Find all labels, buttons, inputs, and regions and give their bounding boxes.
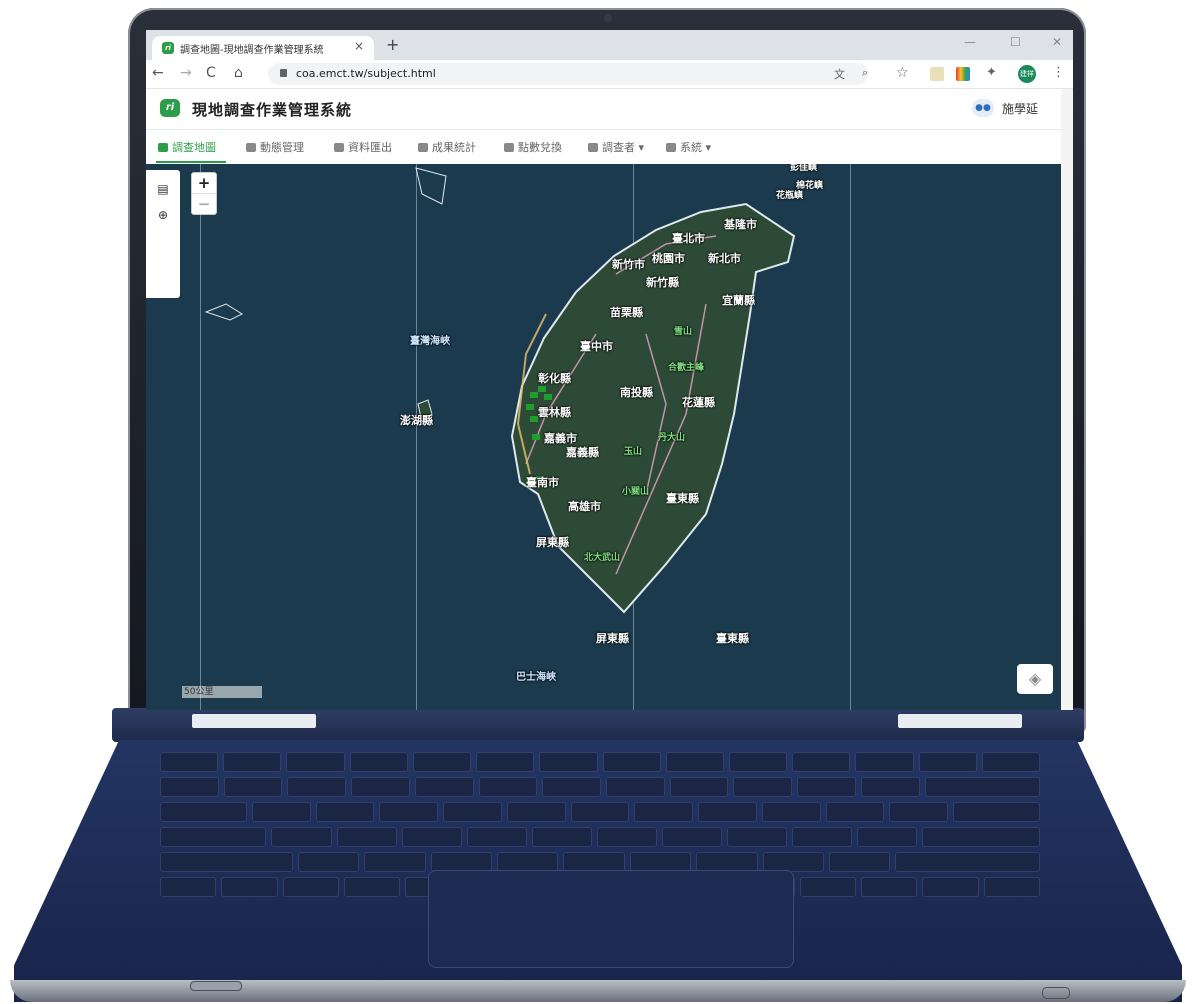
laptop-screen: ri 調查地圖-現地調查作業管理系統 × + — ☐ ✕ ← → C ⌂ coa… [146, 30, 1073, 710]
trackpad [428, 870, 794, 968]
exchange-icon [504, 143, 514, 152]
county-label: 南投縣 [620, 386, 653, 399]
play-icon [246, 143, 256, 152]
map-tool-panel: ▤ ⊕ [146, 170, 180, 298]
kinmen-island-shape [204, 303, 244, 321]
gear-icon [666, 143, 676, 152]
url-text: coa.emct.tw/subject.html [296, 67, 436, 80]
zoom-out-button[interactable]: − [192, 193, 216, 214]
menu-system[interactable]: 系統 ▾ [666, 139, 711, 155]
maximize-button[interactable]: ☐ [1010, 35, 1021, 49]
map-users-icon [158, 143, 168, 152]
usb-port [190, 981, 242, 991]
extensions-puzzle-icon[interactable]: ✦ [986, 65, 997, 80]
zoom-in-button[interactable]: + [192, 173, 216, 193]
download-icon [334, 143, 344, 152]
clipboard-icon[interactable]: ▤ [156, 182, 170, 196]
county-label: 桃園市 [652, 252, 685, 265]
county-label: 嘉義縣 [566, 446, 599, 459]
chart-icon [418, 143, 428, 152]
county-label: 苗栗縣 [610, 306, 643, 319]
county-label: 臺南市 [526, 476, 559, 489]
county-label: 新竹縣 [646, 276, 679, 289]
browser-menu-icon[interactable]: ⋮ [1052, 65, 1065, 80]
page-scrollbar[interactable] [1061, 89, 1073, 710]
site-favicon-icon: ri [162, 42, 174, 54]
menu-result-statistics[interactable]: 成果統計 [418, 139, 476, 155]
county-label: 臺北市 [672, 232, 705, 245]
back-icon[interactable]: ← [152, 65, 164, 81]
layers-icon[interactable]: ◈ [1017, 664, 1053, 694]
county-label: 新竹市 [612, 258, 645, 271]
browser-tab-strip: ri 調查地圖-現地調查作業管理系統 × + — ☐ ✕ [146, 30, 1073, 60]
county-label: 澎湖縣 [400, 414, 433, 427]
county-label: 彰化縣 [538, 372, 571, 385]
profile-avatar[interactable]: 建祥 [1018, 65, 1036, 83]
menu-activity-management[interactable]: 動態管理 [246, 139, 304, 155]
browser-tab[interactable]: ri 調查地圖-現地調查作業管理系統 × [152, 36, 374, 60]
extension-color-icon[interactable] [956, 67, 970, 81]
county-label: 高雄市 [568, 500, 601, 513]
mountain-label: 丹大山 [658, 433, 686, 443]
app-logo: ri [160, 99, 180, 117]
lock-icon [280, 69, 287, 77]
tab-title: 調查地圖-現地調查作業管理系統 [180, 45, 324, 56]
coastline-shape [415, 167, 447, 205]
reload-icon[interactable]: C [206, 65, 216, 81]
map-scale-bar: 50公里 [182, 686, 262, 698]
main-menu: 調查地圖 動態管理 資料匯出 成果統計 點數兌換 調查者 ▾ 系統 ▾ [146, 130, 1073, 164]
user-name[interactable]: 施學延 [1002, 100, 1038, 117]
county-label: 基隆市 [724, 218, 757, 231]
menu-points-exchange[interactable]: 點數兌換 [504, 139, 562, 155]
hinge-right [898, 714, 1022, 728]
new-tab-button[interactable]: + [386, 35, 399, 54]
menu-data-export[interactable]: 資料匯出 [334, 139, 392, 155]
sea-label: 臺灣海峽 [410, 336, 450, 347]
app-title: 現地調查作業管理系統 [192, 101, 353, 119]
user-icon [588, 143, 598, 152]
tab-close-icon[interactable]: × [354, 39, 364, 53]
survey-map[interactable]: ▤ ⊕ + − 臺灣海峽 巴士海峽 彭佳嶼 棉花嶼 花瓶嶼 基隆市 臺北市 新北… [146, 164, 1061, 710]
county-label: 屏東縣 [596, 632, 629, 645]
mountain-label: 合歡主峰 [668, 363, 705, 373]
menu-survey-map[interactable]: 調查地圖 [158, 139, 216, 155]
app-header: ri 現地調查作業管理系統 ●● 施學延 [146, 89, 1073, 130]
county-label: 雲林縣 [538, 406, 571, 419]
minimize-button[interactable]: — [964, 35, 976, 49]
hinge-left [192, 714, 316, 728]
active-menu-indicator [156, 161, 226, 163]
county-label: 臺東縣 [666, 492, 699, 505]
user-group-icon[interactable]: ●● [972, 99, 994, 117]
county-label: 屏東縣 [536, 536, 569, 549]
county-label: 新北市 [708, 252, 741, 265]
forward-icon[interactable]: → [180, 65, 192, 81]
island-label: 花瓶嶼 [776, 191, 804, 201]
county-label: 臺中市 [580, 340, 613, 353]
address-bar: ← → C ⌂ coa.emct.tw/subject.html 文 ⌕ ☆ ✦… [146, 60, 1073, 89]
zoom-control: + − [191, 172, 217, 215]
menu-surveyors[interactable]: 調查者 ▾ [588, 139, 644, 155]
mountain-label: 小關山 [622, 487, 650, 497]
close-window-button[interactable]: ✕ [1052, 35, 1062, 49]
zoom-icon[interactable]: ⌕ [862, 66, 868, 80]
taiwan-map-shape [204, 167, 796, 614]
extension-icon[interactable] [930, 67, 944, 81]
home-icon[interactable]: ⌂ [234, 65, 243, 81]
county-label: 花蓮縣 [682, 396, 715, 409]
county-label: 臺東縣 [716, 632, 749, 645]
mountain-label: 北大武山 [584, 553, 621, 563]
url-input[interactable]: coa.emct.tw/subject.html 文 ⌕ [268, 63, 868, 85]
webcam-icon [604, 14, 612, 22]
mountain-label: 雪山 [674, 327, 693, 337]
translate-icon[interactable]: 文 [834, 66, 845, 82]
pen-slot [1042, 987, 1070, 999]
county-label: 宜蘭縣 [722, 294, 755, 307]
locate-crosshair-icon[interactable]: ⊕ [156, 208, 170, 222]
star-icon[interactable]: ☆ [896, 65, 909, 81]
keyboard [159, 752, 1041, 897]
mountain-label: 玉山 [624, 447, 643, 457]
island-label: 彭佳嶼 [790, 164, 818, 173]
laptop-edge [10, 980, 1186, 1002]
sea-label: 巴士海峽 [516, 672, 556, 683]
